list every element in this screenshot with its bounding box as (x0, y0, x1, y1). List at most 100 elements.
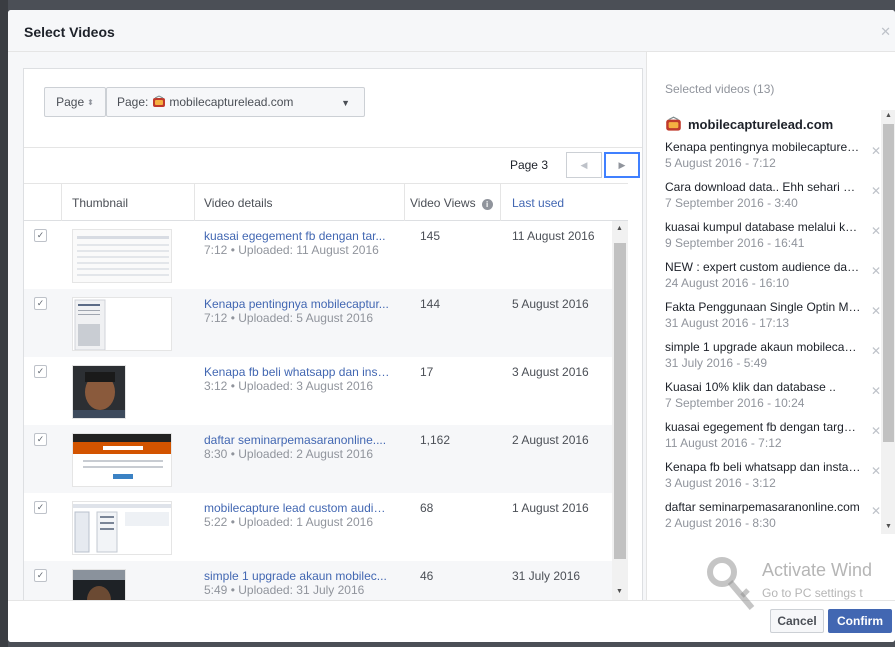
info-icon[interactable]: i (481, 199, 493, 210)
selected-video-date: 9 September 2016 - 16:41 (665, 236, 805, 250)
selected-videos-panel: Selected videos (13) mobilecapturelead.c… (646, 52, 895, 600)
selected-video-title: daftar seminarpemasaranonline.com (665, 500, 860, 514)
remove-icon[interactable]: ✕ (871, 264, 881, 278)
selected-count: Selected videos (13) (665, 82, 775, 96)
updown-caret-icon: ⬍ (87, 97, 94, 107)
background-strip (0, 0, 8, 647)
video-thumbnail[interactable] (72, 229, 172, 283)
page-logo-icon (666, 116, 681, 131)
selected-video-item: Kenapa pentingnya mobilecapturelea... 5 … (665, 140, 881, 180)
confirm-button[interactable]: Confirm (828, 609, 892, 633)
selected-video-item: Fakta Penggunaan Single Optin Mob... 31 … (665, 300, 881, 340)
video-title-link[interactable]: kuasai egegement fb dengan tar... (204, 229, 390, 243)
selected-video-item: simple 1 upgrade akaun mobilecaptu... 31… (665, 340, 881, 380)
selected-list-scrollbar[interactable]: ▲ ▼ (881, 110, 895, 534)
scrollbar-thumb[interactable] (614, 243, 626, 559)
page-selector[interactable]: Page: mobilecapturelead.com ▼ (106, 87, 365, 117)
column-header-video-details: Video details (204, 196, 273, 210)
video-thumbnail[interactable] (72, 433, 172, 487)
video-last-used: 5 August 2016 (512, 297, 589, 311)
document-thumbnail-image (73, 298, 171, 350)
selected-video-item: kuasai kumpul database melalui kos li...… (665, 220, 881, 260)
row-checkbox[interactable]: ✓ (34, 229, 47, 242)
video-meta: 8:30 • Uploaded: 2 August 2016 (204, 447, 374, 461)
close-icon[interactable]: ✕ (880, 24, 891, 40)
table-row[interactable]: ✓ daftar seminarpemasaranonline.... 8:30… (24, 425, 612, 493)
dialog-header: Select Videos ✕ (8, 10, 895, 52)
next-page-button[interactable]: ▶ (604, 152, 640, 178)
table-row[interactable]: ✓ mobilecapture lead custom audie... 5:2… (24, 493, 612, 561)
page-selector-prefix: Page: (117, 95, 149, 109)
pagination: Page 3 ◀ ▶ (510, 151, 640, 179)
video-last-used: 31 July 2016 (512, 569, 581, 583)
video-title-link[interactable]: simple 1 upgrade akaun mobilec... (204, 569, 390, 583)
row-checkbox[interactable]: ✓ (34, 501, 47, 514)
selected-videos-list: Kenapa pentingnya mobilecapturelea... 5 … (647, 140, 881, 534)
selected-video-item: kuasai egegement fb dengan targete... 11… (665, 420, 881, 460)
table-row[interactable]: ✓ Kenapa pentingnya mobilecaptur... 7:12… (24, 289, 612, 357)
screen-thumbnail-image (73, 502, 171, 554)
video-views: 1,162 (420, 433, 451, 447)
row-checkbox[interactable]: ✓ (34, 569, 47, 582)
video-title-link[interactable]: mobilecapture lead custom audie... (204, 501, 390, 515)
video-last-used: 11 August 2016 (512, 229, 595, 243)
column-divider (500, 184, 501, 221)
scroll-up-icon[interactable]: ▲ (885, 112, 892, 119)
video-thumbnail[interactable] (72, 365, 126, 419)
prev-page-button[interactable]: ◀ (566, 152, 602, 178)
video-meta: 5:49 • Uploaded: 31 July 2016 (204, 583, 365, 597)
remove-icon[interactable]: ✕ (871, 304, 881, 318)
person-thumbnail-image (73, 366, 125, 418)
remove-icon[interactable]: ✕ (871, 504, 881, 518)
column-header-video-views[interactable]: Video Views i (410, 196, 493, 210)
video-title-link[interactable]: Kenapa pentingnya mobilecaptur... (204, 297, 390, 311)
video-thumbnail[interactable] (72, 569, 126, 601)
table-header: Thumbnail Video details Video Views i Las… (24, 183, 628, 221)
table-row[interactable]: ✓ Kenapa fb beli whatsapp dan inst... 3:… (24, 357, 612, 425)
column-divider (61, 184, 62, 221)
column-header-thumbnail: Thumbnail (72, 196, 129, 210)
selected-video-date: 11 August 2016 - 7:12 (665, 436, 782, 450)
selected-video-item: Kuasai 10% klik dan database .. 7 Septem… (665, 380, 881, 420)
remove-icon[interactable]: ✕ (871, 464, 881, 478)
video-title-link[interactable]: daftar seminarpemasaranonline.... (204, 433, 390, 447)
selected-page-header: mobilecapturelead.com (665, 116, 833, 133)
video-views: 145 (420, 229, 441, 243)
scroll-down-icon[interactable]: ▼ (885, 523, 892, 530)
selected-video-date: 3 August 2016 - 3:12 (665, 476, 776, 490)
cancel-button[interactable]: Cancel (770, 609, 824, 633)
divider (24, 147, 642, 148)
video-views: 17 (420, 365, 434, 379)
column-divider (404, 184, 405, 221)
row-checkbox[interactable]: ✓ (34, 297, 47, 310)
video-views: 144 (420, 297, 441, 311)
selector-bar: Page ⬍ Page: mobilecapturelead.com ▼ (44, 87, 365, 117)
video-meta: 3:12 • Uploaded: 3 August 2016 (204, 379, 374, 393)
type-selector[interactable]: Page ⬍ (44, 87, 106, 117)
video-thumbnail[interactable] (72, 501, 172, 555)
remove-icon[interactable]: ✕ (871, 184, 881, 198)
remove-icon[interactable]: ✕ (871, 144, 881, 158)
scroll-up-icon[interactable]: ▲ (616, 225, 623, 232)
type-selector-label: Page (56, 95, 85, 109)
selected-video-title: kuasai kumpul database melalui kos li... (665, 220, 861, 234)
table-row[interactable]: ✓ simple 1 upgrade akaun mobilec... 5:49… (24, 561, 612, 601)
dropdown-arrow-icon: ▼ (341, 98, 350, 108)
scrollbar-thumb[interactable] (883, 124, 894, 442)
remove-icon[interactable]: ✕ (871, 424, 881, 438)
scroll-down-icon[interactable]: ▼ (616, 588, 623, 595)
row-checkbox[interactable]: ✓ (34, 433, 47, 446)
row-checkbox[interactable]: ✓ (34, 365, 47, 378)
remove-icon[interactable]: ✕ (871, 344, 881, 358)
remove-icon[interactable]: ✕ (871, 224, 881, 238)
selected-video-item: Cara download data.. Ehh sehari bu... 7 … (665, 180, 881, 220)
video-title-link[interactable]: Kenapa fb beli whatsapp dan inst... (204, 365, 390, 379)
video-list-scrollbar[interactable]: ▲ ▼ (612, 221, 628, 601)
video-thumbnail[interactable] (72, 297, 172, 351)
selected-video-title: Fakta Penggunaan Single Optin Mob... (665, 300, 861, 314)
remove-icon[interactable]: ✕ (871, 384, 881, 398)
selected-video-title: Kuasai 10% klik dan database .. (665, 380, 836, 394)
table-row[interactable]: ✓ kuasai egegement fb dengan tar... 7:12… (24, 221, 612, 289)
column-header-last-used[interactable]: Last used (512, 196, 564, 210)
video-last-used: 1 August 2016 (512, 501, 589, 515)
